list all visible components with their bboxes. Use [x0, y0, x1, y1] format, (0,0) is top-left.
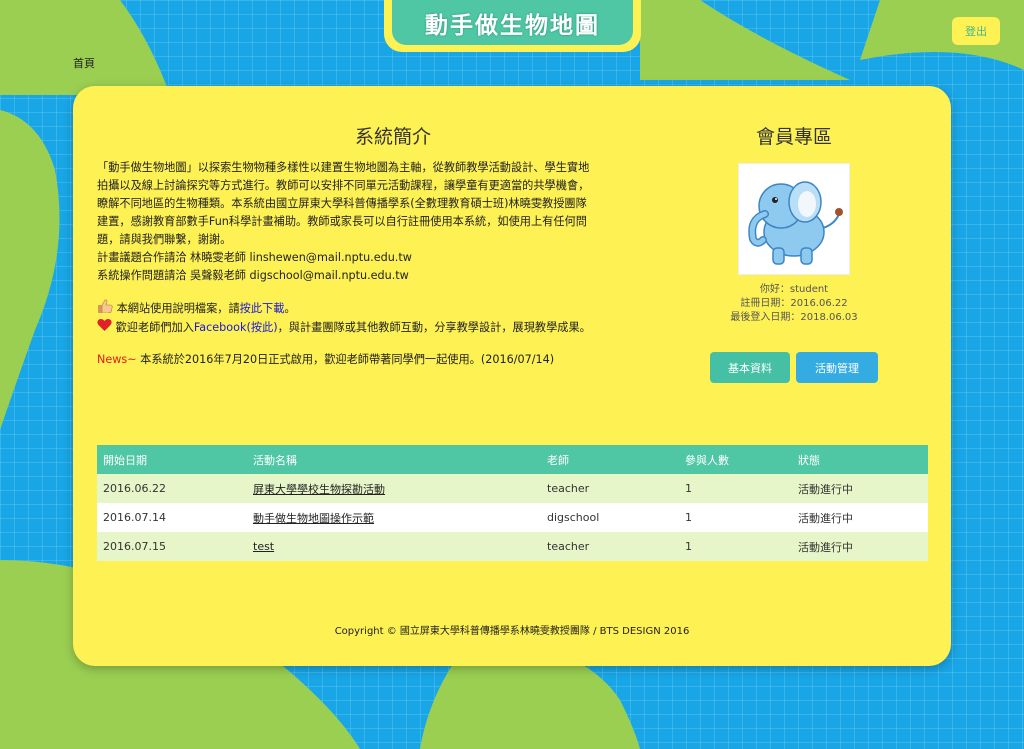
member-title: 會員專區 [755, 126, 832, 148]
home-link[interactable]: 首頁 [73, 55, 95, 71]
intro-text: 「動手做生物地圖」以探索生物物種多樣性以建置生物地圖為主軸，從教師教學活動設計、… [97, 159, 663, 285]
table-row: 2016.07.14 動手做生物地圖操作示範 digschool 1 活動進行中 [97, 503, 928, 532]
intro-title: 系統簡介 [354, 126, 431, 148]
activity-link[interactable]: test [253, 540, 274, 553]
profile-button[interactable]: 基本資料 [710, 352, 790, 383]
last-login-date: 最後登入日期：2018.06.03 [730, 312, 858, 323]
cell-status: 活動進行中 [792, 532, 928, 561]
news-text: 本系統於2016年7月20日正式啟用，歡迎老師帶著同學們一起使用。(2016/0… [136, 353, 555, 366]
col-activity-name: 活動名稱 [247, 445, 541, 474]
col-status: 狀態 [792, 445, 928, 474]
facebook-link[interactable]: Facebook(按此) [194, 321, 278, 334]
heart-icon [97, 319, 116, 334]
fb-prefix: 歡迎老師們加入 [115, 321, 194, 334]
manual-line: 本網站使用說明檔案，請按此下載。 [97, 299, 663, 318]
member-buttons: 基本資料 活動管理 [699, 352, 889, 383]
cell-count: 1 [679, 503, 792, 532]
cell-teacher: teacher [541, 474, 679, 503]
col-teacher: 老師 [541, 445, 679, 474]
intro-line: 瞭解不同地區的生物種類。本系統由國立屏東大學科普傳播學系(全數理教育碩士班)林曉… [97, 197, 587, 210]
cell-count: 1 [679, 532, 792, 561]
contact-line: 計畫議題合作請洽 林曉雯老師 linshewen@mail.nptu.edu.t… [97, 251, 412, 264]
intro-line: 建置，感謝教育部數手Fun科學計畫補助。教師或家長可以自行註冊使用本系統，如使用… [97, 215, 587, 228]
cell-date: 2016.07.15 [97, 532, 247, 561]
cell-date: 2016.06.22 [97, 474, 247, 503]
member-section: 會員專區 你好：student 註冊日期：2016.06.22 最後登入日期：2… [699, 122, 889, 383]
cell-date: 2016.07.14 [97, 503, 247, 532]
cell-teacher: digschool [541, 503, 679, 532]
news-label: News~ [97, 353, 137, 366]
activity-management-button[interactable]: 活動管理 [796, 352, 878, 383]
elephant-icon [748, 181, 843, 265]
main-panel: 系統簡介 「動手做生物地圖」以探索生物物種多樣性以建置生物地圖為主軸，從教師教學… [73, 86, 951, 666]
table-row: 2016.07.15 test teacher 1 活動進行中 [97, 532, 928, 561]
site-title-tab: 動手做生物地圖 [384, 0, 641, 52]
intro-line: 題，請與我們聯繫，謝謝。 [97, 233, 232, 246]
facebook-line: 歡迎老師們加入Facebook(按此)，與計畫團隊或其他教師互動，分享教學設計，… [97, 318, 663, 337]
avatar [738, 163, 850, 275]
copyright: Copyright © 國立屏東大學科普傳播學系林曉雯教授團隊 / BTS DE… [334, 626, 690, 637]
greeting: 你好：student [759, 284, 829, 295]
col-participants: 參與人數 [679, 445, 792, 474]
activity-link[interactable]: 屏東大學學校生物探勘活動 [253, 483, 385, 496]
col-start-date: 開始日期 [97, 445, 247, 474]
cell-teacher: teacher [541, 532, 679, 561]
cell-status: 活動進行中 [792, 503, 928, 532]
manual-prefix: 本網站使用說明檔案，請 [116, 302, 240, 315]
table-header-row: 開始日期 活動名稱 老師 參與人數 狀態 [97, 445, 928, 474]
register-date: 註冊日期：2016.06.22 [740, 298, 848, 309]
manual-suffix: 。 [284, 302, 296, 315]
cell-status: 活動進行中 [792, 474, 928, 503]
contact-line: 系統操作問題請洽 吳聲毅老師 digschool@mail.nptu.edu.t… [97, 269, 409, 282]
thumbs-up-icon [97, 299, 117, 315]
logout-button[interactable]: 登出 [952, 17, 1000, 45]
member-info: 你好：student 註冊日期：2016.06.22 最後登入日期：2018.0… [699, 283, 889, 325]
intro-line: 拍攝以及線上討論探究等方式進行。教師可以安排不同單元活動課程，讓學童有更適當的共… [97, 179, 590, 192]
news-line: News~ 本系統於2016年7月20日正式啟用，歡迎老師帶著同學們一起使用。(… [97, 351, 663, 369]
cell-count: 1 [679, 474, 792, 503]
intro-line: 「動手做生物地圖」以探索生物物種多樣性以建置生物地圖為主軸，從教師教學活動設計、… [97, 161, 590, 174]
fb-suffix: ，與計畫團隊或其他教師互動，分享教學設計，展現教學成果。 [277, 321, 591, 334]
table-row: 2016.06.22 屏東大學學校生物探勘活動 teacher 1 活動進行中 [97, 474, 928, 503]
activity-table: 開始日期 活動名稱 老師 參與人數 狀態 2016.06.22 屏東大學學校生物… [97, 445, 928, 561]
system-intro-section: 系統簡介 「動手做生物地圖」以探索生物物種多樣性以建置生物地圖為主軸，從教師教學… [97, 122, 663, 369]
manual-download-link[interactable]: 按此下載 [240, 302, 285, 315]
activity-link[interactable]: 動手做生物地圖操作示範 [253, 512, 374, 525]
site-title: 動手做生物地圖 [392, 0, 633, 45]
